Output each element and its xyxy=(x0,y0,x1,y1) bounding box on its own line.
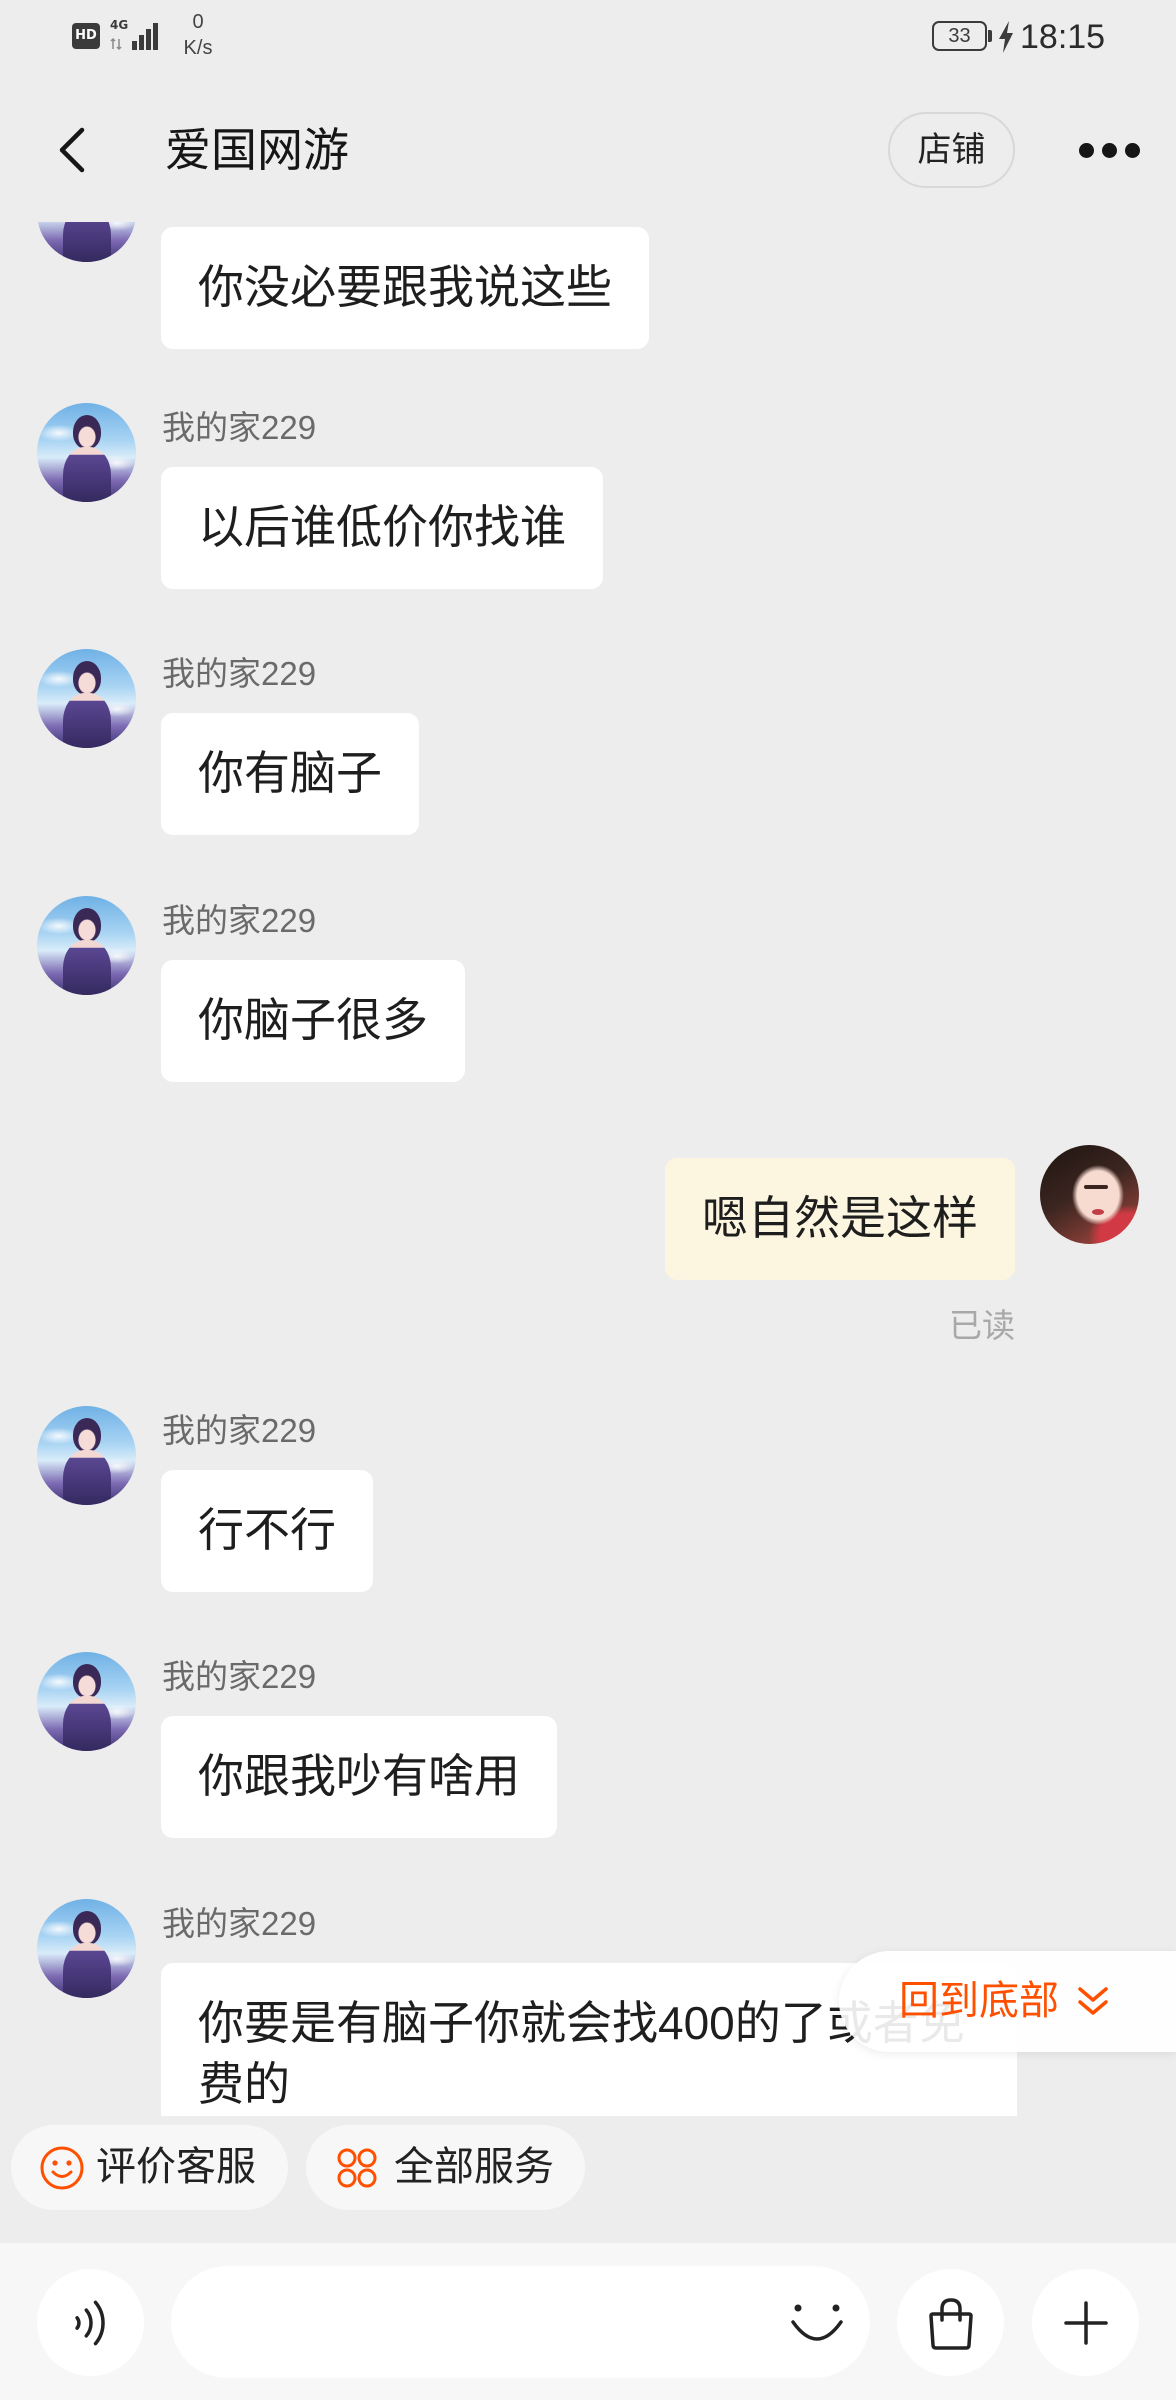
network-speed: 0 K/s xyxy=(176,9,220,61)
grid-circle xyxy=(337,2148,357,2168)
sender-name: 我的家229 xyxy=(162,655,317,692)
avatar[interactable] xyxy=(37,1899,136,1998)
battery-icon: 33 xyxy=(932,21,987,51)
emoji-eye xyxy=(794,2304,802,2312)
emoji-button[interactable] xyxy=(785,2294,849,2352)
bolt-shape xyxy=(999,21,1013,53)
message-bubble[interactable]: 你没必要跟我说这些 xyxy=(161,227,649,349)
more-button[interactable] xyxy=(1070,128,1148,172)
emoji-eye xyxy=(832,2304,840,2312)
signal-bar xyxy=(132,41,137,50)
signal-bars-graphic xyxy=(110,23,158,51)
message-input-field[interactable] xyxy=(171,2266,870,2378)
signal-bar xyxy=(153,23,158,50)
signal-bars-icon: 4G xyxy=(108,18,164,52)
chevron-stroke xyxy=(59,127,85,173)
grid-circle xyxy=(357,2168,377,2188)
network-speed-unit: K/s xyxy=(183,37,213,59)
rate-service-label: 评价客服 xyxy=(96,2145,256,2189)
plus-stroke xyxy=(1064,2301,1108,2345)
emoji-mouth xyxy=(791,2320,843,2341)
message-input[interactable] xyxy=(207,2286,767,2358)
input-bar xyxy=(0,2243,1176,2400)
message-bubble[interactable]: 你有脑子 xyxy=(161,713,419,835)
all-services-chip[interactable]: 全部服务 xyxy=(306,2125,585,2210)
message-list[interactable]: 你没必要跟我说这些 我的家229 以后谁低价你找谁 我的家229 你有脑子 我的… xyxy=(0,222,1176,2116)
more-options-button[interactable] xyxy=(1032,2269,1139,2376)
sender-name: 我的家229 xyxy=(162,1905,317,1942)
chevron-stroke xyxy=(1078,1987,1108,2002)
voice-wave xyxy=(84,2308,93,2338)
back-button[interactable] xyxy=(44,114,100,186)
more-dots-icon xyxy=(1102,143,1117,158)
bag-body xyxy=(929,2312,973,2350)
grid-circle xyxy=(337,2168,357,2188)
smiley-eye xyxy=(66,2160,72,2166)
four-circles-grid-icon xyxy=(337,2148,377,2188)
avatar[interactable] xyxy=(37,222,136,262)
message-bubble[interactable]: 行不行 xyxy=(161,1470,373,1592)
status-bar: HD 4G 0 K/s 33 18:15 xyxy=(0,0,1176,77)
voice-icon xyxy=(75,2300,105,2346)
network-speed-value: 0 xyxy=(192,11,204,33)
shopping-bag-icon xyxy=(929,2298,973,2350)
more-dots-icon xyxy=(1125,143,1140,158)
message-bubble[interactable]: 你跟我吵有啥用 xyxy=(161,1716,557,1838)
avatar[interactable] xyxy=(37,403,136,502)
voice-button[interactable] xyxy=(37,2269,144,2376)
signal-bar xyxy=(139,35,144,50)
message-bubble[interactable]: 嗯自然是这样 xyxy=(665,1158,1015,1280)
sender-name: 我的家229 xyxy=(162,409,317,446)
smiley-icon xyxy=(40,2146,84,2190)
chat-screen: { "status_bar": { "hd_label": "HD", "net… xyxy=(0,0,1176,2400)
double-chevron-down-icon xyxy=(1078,1987,1108,2015)
page-title: 爱国网游 xyxy=(165,124,349,176)
hd-badge: HD xyxy=(72,23,100,49)
chevron-left-icon xyxy=(59,127,85,173)
avatar[interactable] xyxy=(1040,1145,1139,1244)
battery-terminal xyxy=(988,30,992,42)
clock: 18:15 xyxy=(1020,18,1106,56)
battery-level: 33 xyxy=(948,25,971,47)
avatar[interactable] xyxy=(37,896,136,995)
jump-to-bottom-button[interactable]: 回到底部 xyxy=(839,1951,1176,2052)
smiley-eye xyxy=(52,2160,58,2166)
avatar[interactable] xyxy=(37,1652,136,1751)
charging-bolt-icon xyxy=(999,21,1013,53)
emoji-icon xyxy=(791,2304,843,2341)
avatar[interactable] xyxy=(37,1406,136,1505)
sender-name: 我的家229 xyxy=(162,1412,317,1449)
voice-wave xyxy=(93,2300,105,2346)
data-activity-arrows xyxy=(110,37,122,51)
bag-handle xyxy=(940,2298,962,2322)
smiley-face xyxy=(40,2146,84,2190)
sender-name: 我的家229 xyxy=(162,1658,317,1695)
plus-icon xyxy=(1064,2301,1108,2345)
signal-bar xyxy=(146,29,151,50)
store-button[interactable]: 店铺 xyxy=(888,112,1015,188)
more-dots-icon xyxy=(1079,143,1094,158)
avatar[interactable] xyxy=(37,649,136,748)
sender-name: 我的家229 xyxy=(162,902,317,939)
voice-wave xyxy=(75,2316,81,2330)
read-receipt: 已读 xyxy=(949,1307,1015,1344)
message-bubble[interactable]: 以后谁低价你找谁 xyxy=(161,467,603,589)
jump-to-bottom-label: 回到底部 xyxy=(899,1979,1059,2023)
smiley-mouth xyxy=(51,2170,73,2178)
chevron-stroke xyxy=(1078,2000,1108,2015)
grid-circle xyxy=(357,2148,377,2168)
message-bubble[interactable]: 你脑子很多 xyxy=(161,960,465,1082)
all-services-label: 全部服务 xyxy=(394,2145,554,2189)
shop-button[interactable] xyxy=(897,2269,1004,2376)
rate-service-chip[interactable]: 评价客服 xyxy=(11,2125,288,2210)
